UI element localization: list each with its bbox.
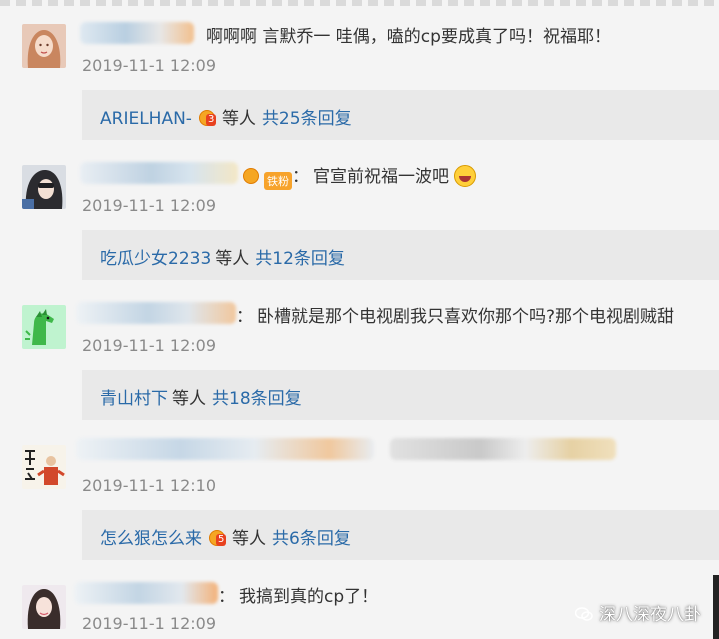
username-blurred[interactable] [74, 582, 218, 604]
reply-count-link[interactable]: 共18条回复 [212, 389, 302, 409]
edge-bar [713, 575, 719, 639]
username-blurred[interactable] [80, 22, 194, 44]
cropped-previous-comment [0, 0, 719, 6]
avatar[interactable] [22, 445, 66, 489]
comment-text-blurred [390, 438, 616, 460]
crown-level-badge-icon [240, 166, 262, 186]
username-blurred[interactable] [76, 302, 236, 324]
laughing-emoji-icon [454, 165, 477, 187]
avatar[interactable] [22, 305, 66, 349]
reply-user-link[interactable]: 怎么狠怎么来 [100, 529, 202, 549]
reply-summary[interactable]: 吃瓜少女2233 等人 共12条回复 [82, 230, 719, 280]
comment-text: ：卧槽就是那个电视剧我只喜欢你那个吗?那个电视剧贼甜 [236, 307, 675, 327]
wechat-icon [575, 607, 593, 621]
comment-text: 啊啊啊 言默乔一 哇偶，嗑的cp要成真了吗！祝福耶！ [206, 27, 611, 47]
reply-count-link[interactable]: 共25条回复 [262, 109, 352, 129]
comment-time: 2019-11-1 12:09 [82, 614, 216, 633]
username-blurred[interactable] [76, 438, 374, 460]
comment-text: ：我搞到真的cp了！ [218, 587, 379, 607]
crown-level-badge-icon: 3 [196, 108, 218, 128]
fan-badge: 铁粉 [264, 172, 292, 190]
reply-count-link[interactable]: 共6条回复 [272, 529, 351, 549]
comment-time: 2019-11-1 12:10 [82, 476, 216, 495]
reply-count-link[interactable]: 共12条回复 [255, 249, 345, 269]
reply-summary[interactable]: ARIELHAN- 3 等人 共25条回复 [82, 90, 719, 140]
crown-level-badge-icon: 5 [206, 528, 228, 548]
avatar[interactable] [22, 165, 66, 209]
comment-time: 2019-11-1 12:09 [82, 336, 216, 355]
watermark: 深八深夜八卦 [575, 600, 701, 625]
reply-summary[interactable]: 怎么狠怎么来 5 等人 共6条回复 [82, 510, 719, 560]
reply-summary[interactable]: 青山村下 等人 共18条回复 [82, 370, 719, 420]
reply-user-link[interactable]: 青山村下 [100, 389, 168, 409]
comment-time: 2019-11-1 12:09 [82, 56, 216, 75]
reply-user-link[interactable]: 吃瓜少女2233 [100, 249, 211, 269]
avatar[interactable] [22, 24, 66, 68]
username-blurred[interactable] [80, 162, 238, 184]
comment-text: 铁粉：官宣前祝福一波吧 [240, 162, 477, 190]
reply-user-link[interactable]: ARIELHAN- [100, 109, 192, 129]
comment-time: 2019-11-1 12:09 [82, 196, 216, 215]
avatar[interactable] [22, 585, 66, 629]
